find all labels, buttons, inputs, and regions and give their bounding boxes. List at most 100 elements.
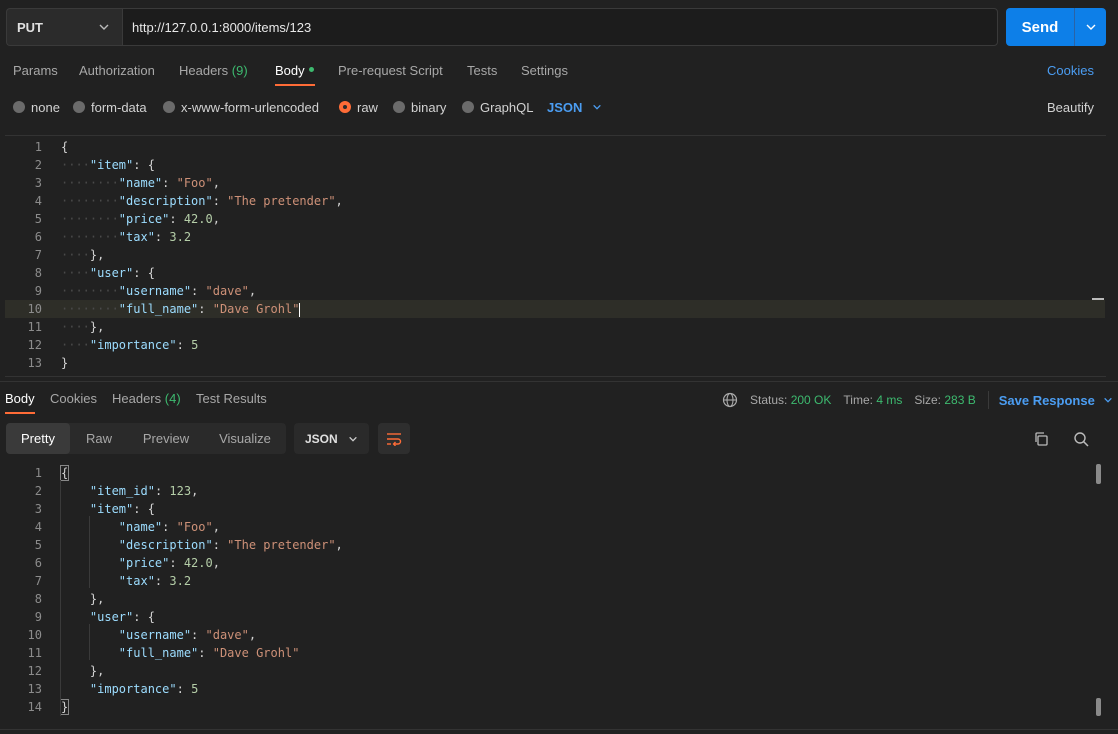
tab-body[interactable]: Body [275, 63, 314, 81]
save-response-button[interactable]: Save Response [999, 393, 1095, 408]
radio-icon [73, 101, 85, 113]
radio-icon [163, 101, 175, 113]
line-number: 9 [34, 610, 42, 624]
code-line: 13} [5, 354, 1105, 372]
line-number: 3 [34, 176, 42, 190]
method-select[interactable]: PUT [6, 8, 122, 46]
scrollbar-thumb-top[interactable] [1096, 464, 1101, 484]
send-button[interactable]: Send [1006, 8, 1074, 46]
view-raw-button[interactable]: Raw [72, 423, 126, 454]
radio-binary[interactable]: binary [393, 98, 446, 116]
token: "Dave Grohl" [212, 302, 300, 316]
chevron-down-icon [1086, 24, 1095, 30]
divider [987, 391, 989, 409]
status-value: 200 OK [790, 393, 832, 407]
token: 5 [191, 338, 199, 352]
minimap-indicator [1092, 298, 1104, 300]
chevron-down-icon [593, 104, 602, 110]
line-number: 8 [34, 266, 42, 280]
line-number: 4 [34, 520, 42, 534]
line-number: 11 [27, 646, 42, 660]
indent-guide [89, 624, 90, 660]
text-cursor [299, 302, 301, 317]
response-body-viewer[interactable]: 1{ 2 "item_id": 123, 3 "item": { 4 "name… [5, 462, 1106, 724]
footer-divider [0, 729, 1118, 730]
code-line: 11 "full_name": "Dave Grohl" [5, 644, 1105, 662]
radio-none[interactable]: none [13, 98, 60, 116]
line-number: 9 [34, 284, 42, 298]
radio-graphql[interactable]: GraphQL [462, 98, 533, 116]
size-value[interactable]: 283 B [944, 393, 975, 407]
radio-form-data-label: form-data [91, 99, 147, 115]
tab-headers-label: Headers [179, 63, 229, 78]
line-number: 6 [34, 230, 42, 244]
tab-tests[interactable]: Tests [467, 63, 497, 81]
code-line: 1{ [5, 464, 1105, 482]
token: 5 [191, 682, 199, 696]
response-status-bar: Status: 200 OK Time: 4 ms Size: 283 B Sa… [722, 391, 1113, 409]
code-line: 3 ········"name": "Foo", [5, 174, 1105, 192]
body-indicator-dot [308, 67, 314, 73]
radio-form-data[interactable]: form-data [73, 98, 147, 116]
code-line: 5 "description": "The pretender", [5, 536, 1105, 554]
send-options-button[interactable] [1075, 8, 1106, 46]
scrollbar-thumb-bottom[interactable] [1096, 698, 1101, 716]
code-line: 4 ········"description": "The pretender", [5, 192, 1105, 210]
radio-icon [13, 101, 25, 113]
line-number: 2 [34, 484, 42, 498]
code-line: 9 ········"username": "dave", [5, 282, 1105, 300]
active-response-tab-underline [5, 412, 35, 414]
time-label: Time: [843, 393, 873, 407]
code-line: 12 ····"importance": 5 [5, 336, 1105, 354]
globe-icon[interactable] [722, 392, 738, 408]
token: "price" [118, 556, 170, 570]
time-value[interactable]: 4 ms [876, 393, 902, 407]
response-format-label: JSON [305, 431, 338, 446]
token: 3.2 [169, 574, 192, 588]
token: "importance" [89, 682, 177, 696]
tab-pre-request-script[interactable]: Pre-request Script [338, 63, 443, 81]
copy-icon[interactable] [1033, 431, 1049, 447]
tab-authorization[interactable]: Authorization [79, 63, 155, 81]
tab-params[interactable]: Params [13, 63, 58, 81]
response-format-select[interactable]: JSON [294, 423, 369, 454]
line-number: 13 [27, 682, 42, 696]
response-tab-headers-count: (4) [164, 391, 181, 406]
token: "Foo" [176, 176, 213, 190]
request-body-editor[interactable]: 1{ 2 ····"item": { 3 ········"name": "Foo"… [5, 135, 1106, 377]
pane-divider[interactable] [0, 381, 1118, 382]
view-visualize-button[interactable]: Visualize [206, 423, 284, 454]
token: "name" [118, 520, 163, 534]
radio-raw[interactable]: raw [339, 98, 378, 116]
chevron-down-icon[interactable] [1103, 395, 1113, 405]
response-tab-cookies[interactable]: Cookies [50, 391, 97, 406]
code-line: 10 "username": "dave", [5, 626, 1105, 644]
code-line: 3 "item": { [5, 500, 1105, 518]
token: "dave" [205, 628, 249, 642]
tab-settings[interactable]: Settings [521, 63, 568, 81]
beautify-link[interactable]: Beautify [1047, 98, 1094, 116]
tab-headers[interactable]: Headers (9) [179, 63, 248, 81]
token: "price" [118, 212, 170, 226]
token: } [59, 699, 70, 715]
line-number: 11 [27, 320, 42, 334]
wrap-lines-button[interactable] [378, 423, 410, 454]
cookies-link[interactable]: Cookies [1047, 63, 1094, 81]
line-number: 1 [34, 466, 42, 480]
radio-urlencoded-label: x-www-form-urlencoded [181, 99, 319, 115]
response-tab-test-results[interactable]: Test Results [196, 391, 267, 406]
token: "user" [89, 610, 134, 624]
search-icon[interactable] [1073, 431, 1089, 447]
body-format-select[interactable]: JSON [547, 98, 602, 116]
view-pretty-button[interactable]: Pretty [6, 423, 70, 454]
response-tab-headers[interactable]: Headers (4) [112, 391, 181, 406]
status-label: Status: [750, 393, 788, 407]
line-number: 7 [34, 248, 42, 262]
response-tab-body[interactable]: Body [5, 391, 35, 406]
token: "item_id" [89, 484, 155, 498]
radio-urlencoded[interactable]: x-www-form-urlencoded [163, 98, 319, 116]
view-preview-button[interactable]: Preview [130, 423, 202, 454]
url-input[interactable]: http://127.0.0.1:8000/items/123 [122, 8, 998, 46]
token: "Dave Grohl" [212, 646, 300, 660]
code-line: 5 ········"price": 42.0, [5, 210, 1105, 228]
